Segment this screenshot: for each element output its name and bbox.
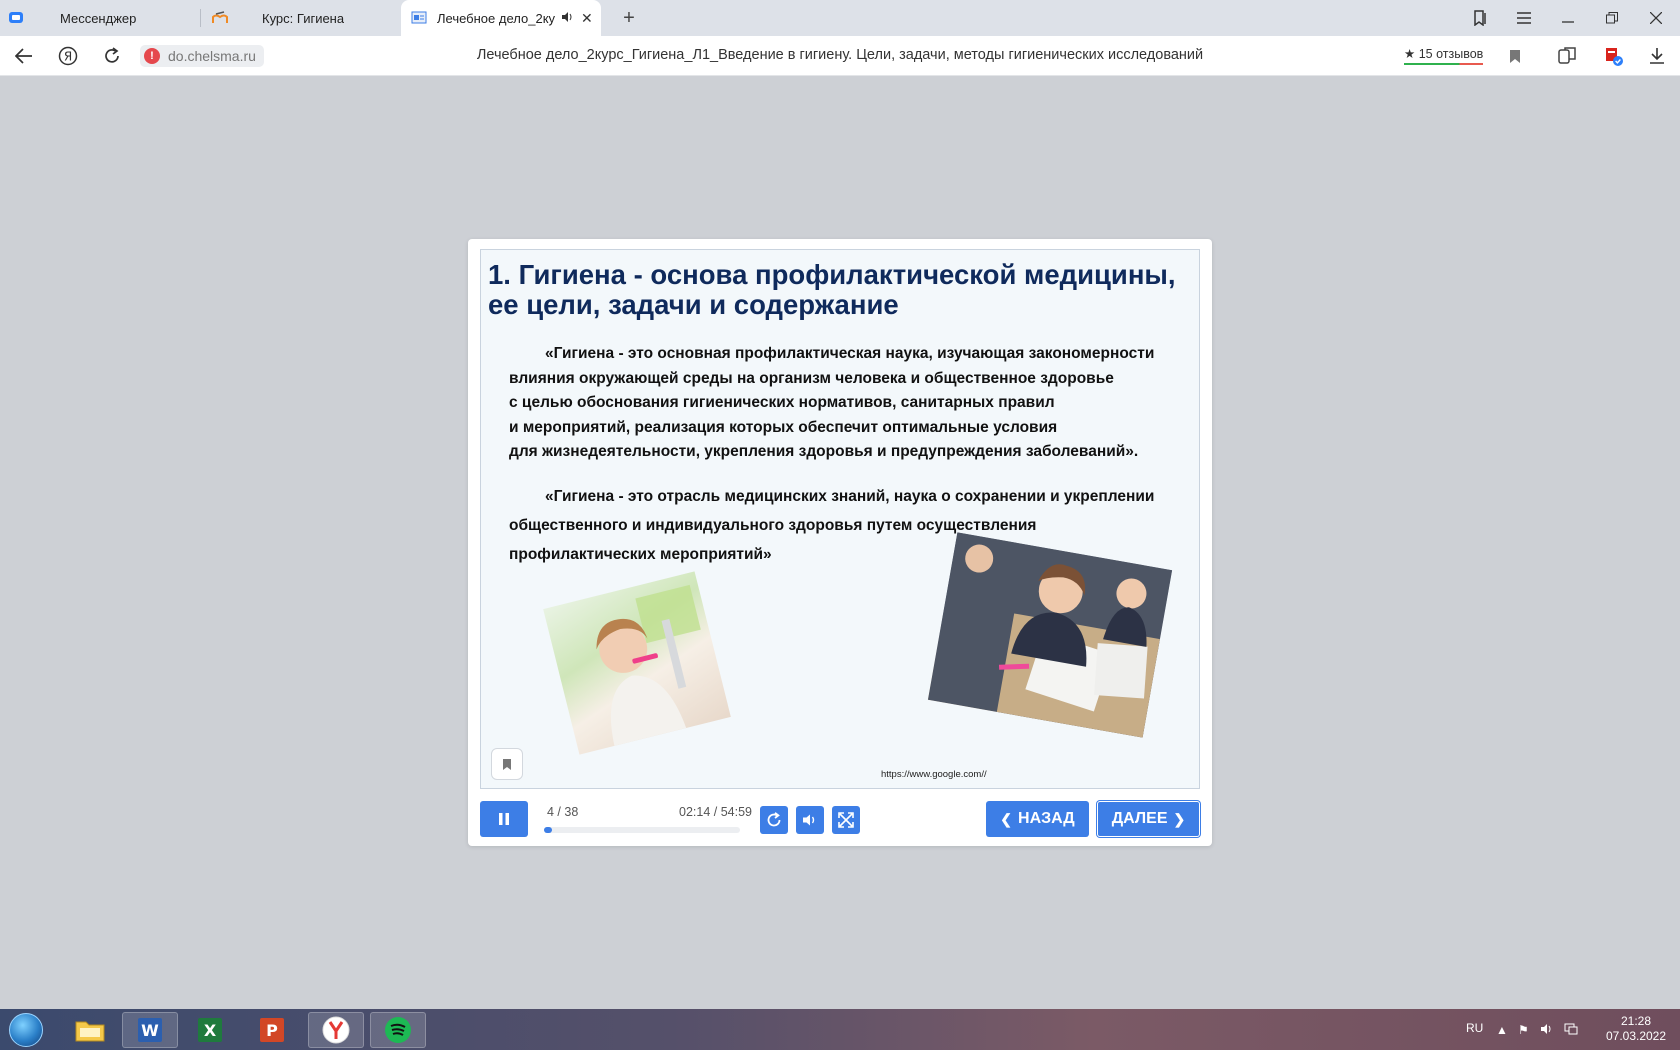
paragraph-line: влияния окружающей среды на организм чел…	[509, 369, 1114, 387]
svg-text:P: P	[266, 1021, 278, 1040]
slide-title-line: 1. Гигиена - основа профилактической мед…	[488, 259, 1176, 290]
powerpoint-icon: P	[260, 1018, 284, 1042]
presentation-player: 1. Гигиена - основа профилактической мед…	[468, 239, 1212, 846]
svg-text:Я: Я	[64, 50, 72, 64]
minimize-icon[interactable]	[1548, 0, 1588, 36]
clock-time: 21:28	[1620, 1014, 1652, 1028]
back-arrow-icon[interactable]	[12, 44, 36, 68]
yandex-browser-icon	[322, 1016, 350, 1044]
tab-strip: Мессенджер Курс: Гигиена Лечебное дело_2…	[0, 0, 1680, 36]
reviews-button[interactable]: ★ 15 отзывов	[1404, 46, 1484, 65]
taskbar-word[interactable]: W	[122, 1012, 178, 1048]
fullscreen-button[interactable]	[832, 806, 860, 834]
folder-icon	[75, 1021, 105, 1042]
close-window-icon[interactable]	[1636, 0, 1676, 36]
chevron-right-icon: ❯	[1173, 810, 1186, 827]
chevron-left-icon: ❮	[1000, 810, 1013, 827]
messenger-icon	[8, 10, 24, 26]
replay-button[interactable]	[760, 806, 788, 834]
paragraph-line: «Гигиена - это основная профилактическая…	[545, 345, 1155, 362]
url-domain: do.chelsma.ru	[168, 48, 256, 64]
volume-tray-icon[interactable]	[1540, 1023, 1554, 1038]
collections-icon[interactable]	[1460, 0, 1500, 36]
next-button[interactable]: ДАЛЕЕ ❯	[1097, 801, 1200, 837]
replay-icon	[767, 812, 781, 827]
slide: 1. Гигиена - основа профилактической мед…	[480, 249, 1200, 789]
volume-button[interactable]	[796, 806, 824, 834]
tab-title: Мессенджер	[60, 10, 137, 26]
tab-title: Курс: Гигиена	[262, 10, 345, 26]
windows-taskbar: W X P RU ▲ ⚑ 21:28 07.03.2022	[0, 1009, 1680, 1050]
action-center-flag-icon[interactable]: ⚑	[1518, 1023, 1529, 1037]
paragraph-line: «Гигиена - это отрасль медицинских знани…	[545, 488, 1155, 505]
menu-icon[interactable]	[1504, 0, 1544, 36]
slide-title-line: ее цели, задачи и содержание	[488, 289, 899, 320]
paragraph-line: общественного и индивидуального здоровья…	[509, 517, 1037, 534]
playback-time: 02:14 / 54:59	[679, 805, 752, 819]
girl-brushing-teeth-photo	[543, 571, 731, 755]
extension-icon[interactable]	[1556, 45, 1578, 67]
taskbar-excel[interactable]: X	[182, 1012, 238, 1048]
windows-logo-icon	[9, 1013, 43, 1047]
image-source-link[interactable]: https://www.google.com//	[881, 769, 987, 780]
next-button-label: ДАЛЕЕ	[1111, 810, 1168, 827]
moodle-icon	[212, 10, 228, 26]
new-tab-button[interactable]: +	[617, 6, 641, 30]
paragraph-line: с целью обоснования гигиенических нормат…	[509, 394, 1055, 411]
pdf-extension-icon[interactable]	[1602, 45, 1624, 67]
slide-counter: 4 / 38	[547, 805, 579, 819]
tab-title: Лечебное дело_2курс_Гигиена	[437, 10, 555, 26]
restore-icon[interactable]	[1592, 0, 1632, 36]
clock-date: 07.03.2022	[1605, 1029, 1667, 1043]
taskbar-yandex-browser[interactable]	[308, 1012, 364, 1048]
back-button-label: НАЗАД	[1018, 810, 1075, 827]
tab-course[interactable]: Курс: Гигиена	[212, 0, 397, 36]
start-button[interactable]	[4, 1011, 48, 1049]
taskbar-powerpoint[interactable]: P	[244, 1012, 300, 1048]
spotify-icon	[385, 1017, 411, 1043]
schoolchildren-writing-photo	[927, 532, 1173, 738]
definition-paragraph-1: «Гигиена - это основная профилактическая…	[509, 342, 1189, 465]
speaker-icon[interactable]	[561, 11, 573, 26]
slide-bookmark-button[interactable]	[491, 748, 523, 780]
star-icon: ★	[1404, 47, 1416, 61]
clock[interactable]: 21:28 07.03.2022	[1596, 1014, 1676, 1044]
close-tab-icon[interactable]: ✕	[581, 10, 593, 27]
presentation-icon	[411, 10, 427, 26]
reviews-label: 15 отзывов	[1418, 47, 1484, 61]
network-icon[interactable]	[1564, 1023, 1578, 1038]
yandex-icon[interactable]: Я	[56, 44, 80, 68]
svg-text:W: W	[141, 1021, 159, 1040]
taskbar-spotify[interactable]	[370, 1012, 426, 1048]
address-bar: Я ! do.chelsma.ru Лечебное дело_2курс_Ги…	[0, 36, 1680, 76]
tab-lecture[interactable]: Лечебное дело_2курс_Гигиена ✕	[401, 0, 601, 36]
reload-icon[interactable]	[100, 44, 124, 68]
pause-icon	[499, 813, 509, 825]
slide-title: 1. Гигиена - основа профилактической мед…	[488, 260, 1194, 320]
svg-text:X: X	[204, 1021, 217, 1040]
bookmark-icon	[503, 758, 511, 770]
fullscreen-icon	[838, 812, 854, 828]
language-indicator[interactable]: RU	[1466, 1021, 1483, 1035]
excel-icon: X	[198, 1018, 222, 1042]
tab-separator	[200, 9, 201, 27]
paragraph-line: для жизнедеятельности, укрепления здоров…	[509, 443, 1139, 460]
volume-icon	[803, 814, 815, 826]
paragraph-line: и мероприятий, реализация которых обеспе…	[509, 418, 1058, 436]
pause-button[interactable]	[480, 801, 528, 837]
page-title: Лечебное дело_2курс_Гигиена_Л1_Введение …	[476, 47, 1204, 63]
back-button[interactable]: ❮ НАЗАД	[986, 801, 1089, 837]
taskbar-explorer[interactable]	[62, 1012, 118, 1048]
url-field[interactable]: ! do.chelsma.ru	[140, 45, 264, 67]
word-icon: W	[138, 1018, 162, 1042]
download-icon[interactable]	[1646, 45, 1668, 67]
warning-icon[interactable]: !	[144, 48, 160, 64]
tab-messenger[interactable]: Мессенджер	[8, 0, 198, 36]
bookmark-icon[interactable]	[1504, 45, 1526, 67]
show-hidden-icons[interactable]: ▲	[1496, 1023, 1508, 1037]
progress-fill	[544, 827, 552, 833]
progress-bar[interactable]	[544, 827, 740, 833]
